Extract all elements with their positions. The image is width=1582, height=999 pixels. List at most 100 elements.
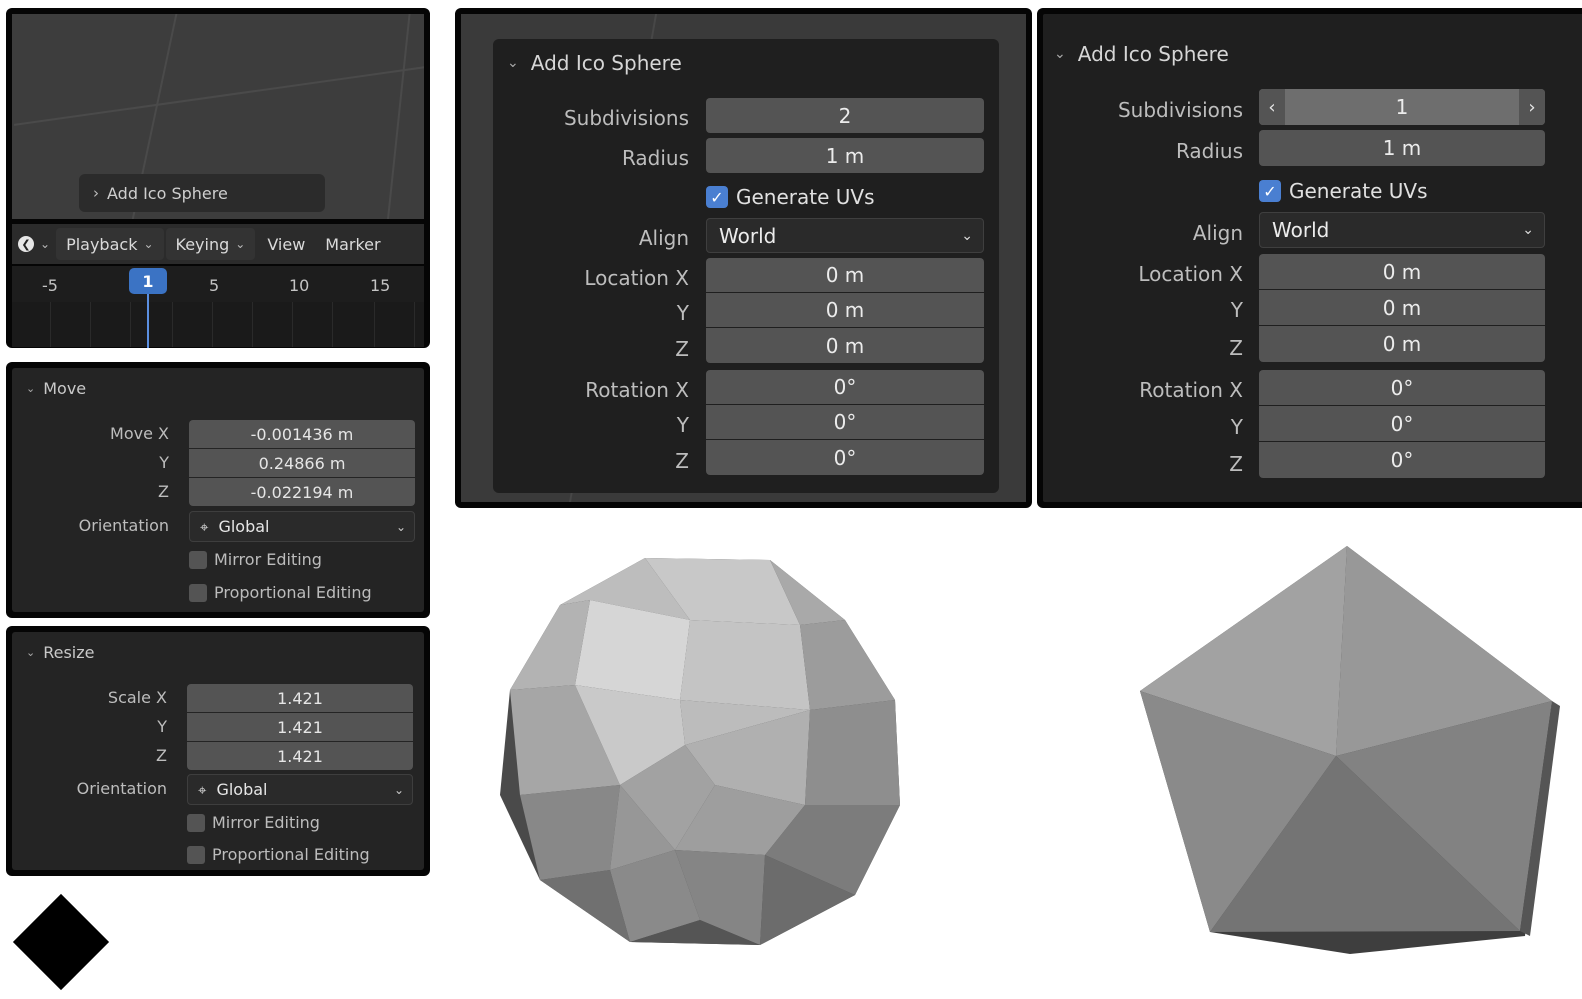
align-value: World — [719, 223, 777, 248]
menu-playback[interactable]: Playback ⌄ — [56, 228, 164, 260]
mirror-editing-label: Mirror Editing — [212, 813, 320, 832]
radius-label: Radius — [1175, 139, 1243, 163]
chevron-down-icon: ⌄ — [235, 237, 246, 251]
location-z-field[interactable]: 0 m — [1259, 326, 1545, 362]
scale-x-field[interactable]: 1.421 — [187, 684, 413, 712]
resize-panel-header[interactable]: ⌄ Resize — [26, 643, 94, 662]
current-frame-badge[interactable]: 1 — [129, 268, 167, 294]
rotation-z-field[interactable]: 0° — [1259, 442, 1545, 478]
chevron-right-icon[interactable]: › — [1519, 89, 1545, 125]
menu-marker-label: Marker — [325, 234, 381, 254]
location-y-field[interactable]: 0 m — [706, 293, 984, 327]
chevron-left-icon[interactable]: ‹ — [1259, 89, 1285, 125]
keyframe-diamond-icon — [12, 893, 110, 991]
menu-playback-label: Playback — [66, 234, 138, 254]
rotation-y-label: Y — [676, 413, 689, 437]
move-z-label: Z — [158, 482, 169, 501]
location-z-field[interactable]: 0 m — [706, 328, 984, 363]
checkmark-icon: ✓ — [1259, 180, 1281, 202]
frame-ruler[interactable]: -5 5 10 15 — [12, 266, 424, 302]
generate-uvs-label: Generate UVs — [1289, 179, 1428, 203]
location-y-label: Y — [676, 301, 689, 325]
menu-view[interactable]: View — [257, 228, 315, 260]
scale-z-field[interactable]: 1.421 — [187, 742, 413, 770]
chevron-down-icon: ⌄ — [40, 237, 51, 251]
mirror-editing-checkbox[interactable]: Mirror Editing — [189, 550, 322, 569]
subdivisions-label: Subdivisions — [563, 106, 689, 130]
clock-icon: ❮ — [18, 236, 34, 252]
chevron-down-icon: ⌄ — [26, 646, 36, 659]
subdivisions-field[interactable]: 2 — [706, 98, 984, 133]
ruler-tick: 10 — [289, 276, 310, 295]
transform-axes-icon: ⌖ — [200, 517, 209, 536]
location-x-field[interactable]: 0 m — [706, 258, 984, 292]
ico-sphere-panel-right: ⌄ Add Ico Sphere Subdivisions ‹ 1 › Radi… — [1037, 8, 1582, 508]
editor-type-button[interactable]: ❮ ⌄ — [12, 228, 56, 260]
rotation-y-field[interactable]: 0° — [706, 405, 984, 439]
move-y-label: Y — [159, 453, 169, 472]
ico-panel-header[interactable]: ⌄ Add Ico Sphere — [507, 51, 682, 75]
chevron-down-icon: ⌄ — [1054, 46, 1066, 62]
move-operator-panel: ⌄ Move Move X Y Z -0.001436 m 0.24866 m … — [6, 362, 430, 618]
proportional-editing-label: Proportional Editing — [212, 845, 370, 864]
orientation-label: Orientation — [76, 779, 167, 798]
ruler-tick: -5 — [42, 276, 58, 295]
chevron-down-icon: ⌄ — [393, 782, 404, 797]
move-x-field[interactable]: -0.001436 m — [189, 420, 415, 448]
proportional-editing-label: Proportional Editing — [214, 583, 372, 602]
align-label: Align — [1192, 221, 1243, 245]
chevron-down-icon: ⌄ — [395, 519, 406, 534]
ruler-tick: 5 — [209, 276, 220, 295]
radius-field[interactable]: 1 m — [1259, 130, 1545, 166]
redo-panel: ⌄ Add Ico Sphere Subdivisions 2 Radius 1… — [493, 39, 999, 493]
timeline-header: ❮ ⌄ Playback ⌄ Keying ⌄ View Marker — [12, 224, 424, 264]
chevron-down-icon: ⌄ — [507, 55, 519, 71]
move-y-field[interactable]: 0.24866 m — [189, 449, 415, 477]
location-y-field[interactable]: 0 m — [1259, 290, 1545, 325]
proportional-editing-checkbox[interactable]: Proportional Editing — [187, 845, 370, 864]
align-dropdown[interactable]: World ⌄ — [1259, 212, 1545, 248]
timeline-panel: › Add Ico Sphere ❮ ⌄ Playback ⌄ Keying ⌄… — [6, 8, 430, 348]
scale-y-field[interactable]: 1.421 — [187, 713, 413, 741]
ico-panel-header[interactable]: ⌄ Add Ico Sphere — [1054, 42, 1229, 66]
chevron-down-icon: ⌄ — [143, 237, 154, 251]
ico-sphere-subdiv-2-render — [500, 558, 900, 945]
chevron-down-icon: ⌄ — [1522, 222, 1534, 238]
rotation-x-label: Rotation X — [585, 378, 689, 402]
rotation-x-label: Rotation X — [1139, 378, 1243, 402]
redo-panel-collapsed[interactable]: › Add Ico Sphere — [79, 174, 325, 212]
orientation-label: Orientation — [78, 516, 169, 535]
generate-uvs-checkbox[interactable]: ✓ Generate UVs — [706, 185, 875, 209]
chevron-down-icon: ⌄ — [961, 227, 973, 244]
mirror-editing-label: Mirror Editing — [214, 550, 322, 569]
orientation-dropdown[interactable]: ⌖ Global ⌄ — [187, 774, 413, 805]
radius-field[interactable]: 1 m — [706, 138, 984, 173]
rotation-z-field[interactable]: 0° — [706, 440, 984, 475]
resize-panel-title: Resize — [43, 643, 95, 662]
ico-panel-title: Add Ico Sphere — [530, 51, 682, 75]
resize-operator-panel: ⌄ Resize Scale X Y Z 1.421 1.421 1.421 O… — [6, 626, 430, 876]
keyframe-track[interactable] — [12, 302, 424, 347]
subdivisions-field[interactable]: ‹ 1 › — [1259, 89, 1545, 125]
move-panel-header[interactable]: ⌄ Move — [26, 379, 86, 398]
checkbox-unchecked — [189, 583, 207, 602]
playhead[interactable] — [147, 294, 149, 348]
checkbox-unchecked — [187, 845, 205, 864]
ico-sphere-subdiv-1-render — [1140, 546, 1560, 954]
align-dropdown[interactable]: World ⌄ — [706, 218, 984, 253]
rotation-x-field[interactable]: 0° — [706, 370, 984, 404]
proportional-editing-checkbox[interactable]: Proportional Editing — [189, 583, 372, 602]
rotation-x-field[interactable]: 0° — [1259, 370, 1545, 405]
orientation-value: Global — [218, 517, 270, 536]
location-x-field[interactable]: 0 m — [1259, 254, 1545, 289]
generate-uvs-checkbox[interactable]: ✓ Generate UVs — [1259, 179, 1428, 203]
subdivisions-label: Subdivisions — [1117, 98, 1243, 122]
menu-keying[interactable]: Keying ⌄ — [165, 228, 256, 260]
mirror-editing-checkbox[interactable]: Mirror Editing — [187, 813, 320, 832]
location-z-label: Z — [1229, 336, 1243, 360]
menu-marker[interactable]: Marker — [315, 228, 390, 260]
orientation-dropdown[interactable]: ⌖ Global ⌄ — [189, 511, 415, 542]
move-z-field[interactable]: -0.022194 m — [189, 478, 415, 506]
redo-panel-label: Add Ico Sphere — [107, 183, 228, 203]
rotation-y-field[interactable]: 0° — [1259, 406, 1545, 441]
